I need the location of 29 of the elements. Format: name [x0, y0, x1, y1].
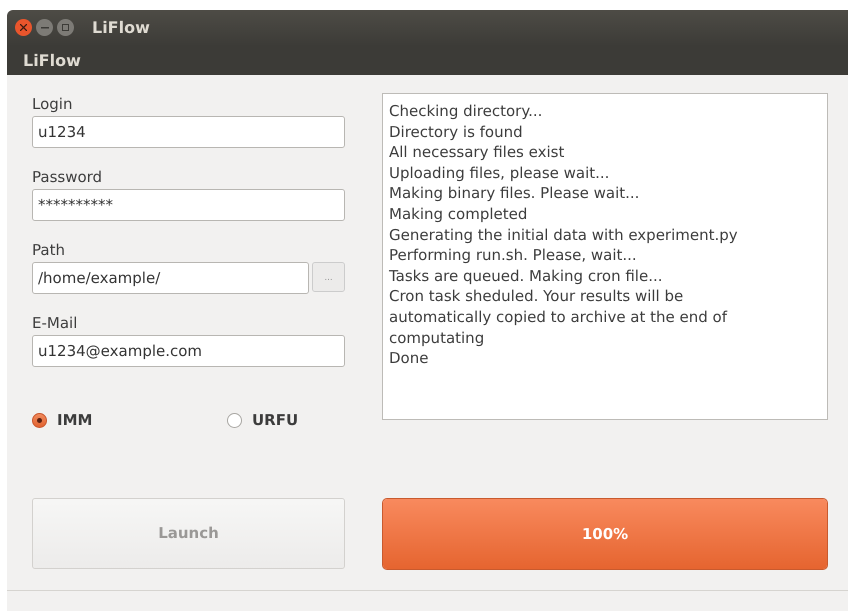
- input-field[interactable]: u1234: [32, 116, 345, 148]
- log-line: automatically copied to archive at the end of: [389, 306, 728, 328]
- field-label: Path: [32, 240, 66, 261]
- log-line: computating: [389, 328, 486, 348]
- log-line: Cron task sheduled. Your results will be: [389, 286, 684, 307]
- close-icon[interactable]: [15, 19, 32, 36]
- field-label: E-Mail: [32, 313, 78, 334]
- log-line: Directory is found: [389, 122, 524, 142]
- maximize-icon[interactable]: [57, 19, 74, 36]
- window-title: LiFlow: [92, 18, 150, 37]
- log-line: Tasks are queued. Making cron file...: [389, 266, 664, 286]
- log-line: All necessary files exist: [389, 142, 566, 163]
- log-line: Uploading files, please wait...: [389, 162, 610, 184]
- field-label: Login: [32, 94, 74, 115]
- input-field[interactable]: u1234@example.com: [32, 335, 345, 367]
- log-line: Done: [389, 348, 430, 369]
- log-line: Performing run.sh. Please, wait...: [389, 245, 638, 266]
- log-line: Generating the initial data with experiment.py: [389, 224, 739, 246]
- progress-label: 100%: [580, 524, 630, 542]
- input-field[interactable]: **********: [32, 189, 345, 221]
- radio-button[interactable]: IMM: [32, 411, 227, 429]
- log-line: Checking directory...: [389, 101, 544, 122]
- field-label: Password: [32, 167, 104, 188]
- input-field[interactable]: /home/example/: [32, 262, 309, 294]
- menu-title[interactable]: LiFlow: [23, 50, 81, 70]
- log-line: Making completed: [389, 204, 528, 225]
- log-line: Making binary files. Please wait...: [389, 183, 640, 204]
- minimize-icon[interactable]: [36, 19, 53, 36]
- radio-button[interactable]: URFU: [227, 411, 345, 429]
